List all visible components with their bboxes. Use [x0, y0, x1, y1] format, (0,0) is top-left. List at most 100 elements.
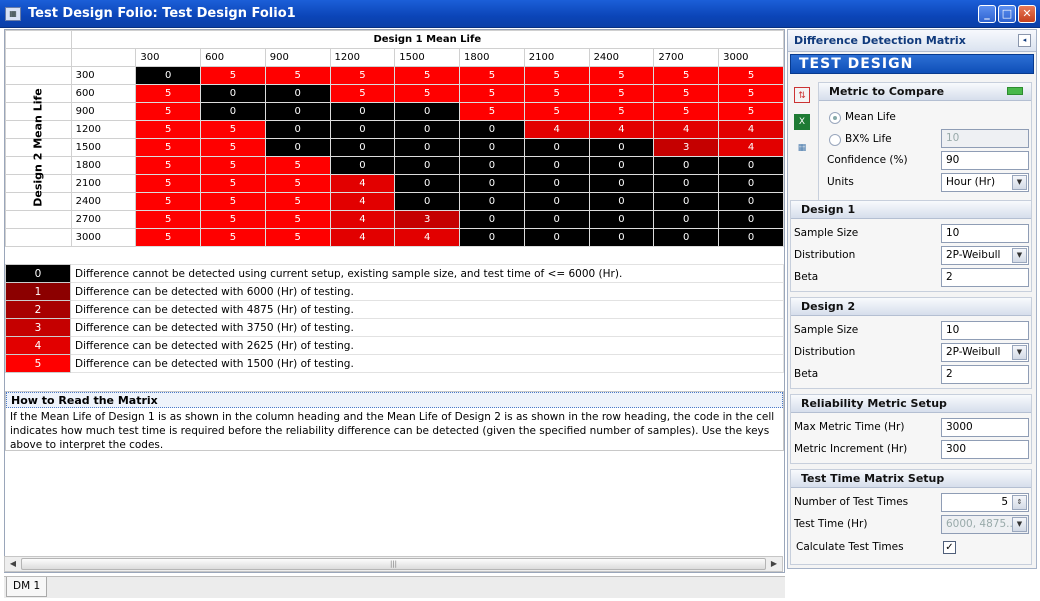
- matrix-cell[interactable]: 0: [523, 192, 590, 211]
- matrix-cell[interactable]: 5: [588, 66, 655, 85]
- column-header[interactable]: 2400: [588, 48, 655, 67]
- matrix-cell[interactable]: 5: [588, 102, 655, 121]
- matrix-cell[interactable]: 5: [200, 192, 266, 211]
- row-header[interactable]: 2700: [70, 210, 137, 229]
- matrix-cell[interactable]: 0: [718, 228, 784, 247]
- matrix-cell[interactable]: 0: [459, 210, 525, 229]
- calculate-test-times-checkbox[interactable]: ✓: [943, 541, 956, 554]
- matrix-cell[interactable]: 0: [718, 156, 784, 175]
- matrix-cell[interactable]: 0: [329, 138, 396, 157]
- close-button[interactable]: ✕: [1018, 5, 1036, 23]
- design-1-distribution-select[interactable]: 2P-Weibull ▼: [941, 246, 1029, 265]
- design-1-beta-input[interactable]: 2: [941, 268, 1029, 287]
- matrix-cell[interactable]: 0: [329, 156, 396, 175]
- matrix-cell[interactable]: 0: [588, 138, 655, 157]
- confidence-input[interactable]: 90: [941, 151, 1029, 170]
- column-header[interactable]: 1200: [329, 48, 396, 67]
- column-header[interactable]: 1800: [459, 48, 525, 67]
- matrix-cell[interactable]: 0: [459, 174, 525, 193]
- matrix-cell[interactable]: 5: [135, 138, 202, 157]
- matrix-cell[interactable]: 5: [459, 66, 525, 85]
- matrix-cell[interactable]: 0: [588, 228, 655, 247]
- matrix-cell[interactable]: 0: [718, 192, 784, 211]
- matrix-cell[interactable]: 4: [588, 120, 655, 139]
- matrix-cell[interactable]: 5: [264, 174, 331, 193]
- column-header[interactable]: 300: [135, 48, 202, 67]
- transfer-icon[interactable]: ⇅: [794, 87, 810, 103]
- matrix-cell[interactable]: 0: [459, 120, 525, 139]
- matrix-cell[interactable]: 4: [329, 192, 396, 211]
- row-header[interactable]: 900: [70, 102, 137, 121]
- chevron-down-icon[interactable]: ▼: [1012, 345, 1027, 360]
- matrix-cell[interactable]: 4: [394, 228, 461, 247]
- row-header[interactable]: 600: [70, 84, 137, 103]
- matrix-cell[interactable]: 0: [718, 174, 784, 193]
- matrix-cell[interactable]: 5: [264, 210, 331, 229]
- row-header[interactable]: 2100: [70, 174, 137, 193]
- design-1-sample-size-input[interactable]: 10: [941, 224, 1029, 243]
- matrix-cell[interactable]: 4: [329, 210, 396, 229]
- matrix-cell[interactable]: 0: [264, 138, 331, 157]
- row-header[interactable]: 300: [70, 66, 137, 85]
- matrix-cell[interactable]: 0: [200, 102, 266, 121]
- minimize-button[interactable]: _: [978, 5, 996, 23]
- matrix-cell[interactable]: 5: [200, 66, 266, 85]
- matrix-cell[interactable]: 5: [264, 66, 331, 85]
- matrix-cell[interactable]: 0: [588, 174, 655, 193]
- column-header[interactable]: 2100: [523, 48, 590, 67]
- matrix-cell[interactable]: 5: [523, 102, 590, 121]
- scroll-right-icon[interactable]: ▶: [767, 558, 781, 570]
- bx-life-input[interactable]: 10: [941, 129, 1029, 148]
- matrix-cell[interactable]: 0: [588, 192, 655, 211]
- column-header[interactable]: 1500: [394, 48, 461, 67]
- row-header[interactable]: 1500: [70, 138, 137, 157]
- matrix-cell[interactable]: 5: [329, 84, 396, 103]
- matrix-cell[interactable]: 5: [135, 192, 202, 211]
- matrix-cell[interactable]: 5: [200, 210, 266, 229]
- column-header[interactable]: 3000: [718, 48, 784, 67]
- matrix-cell[interactable]: 0: [653, 156, 720, 175]
- matrix-cell[interactable]: 5: [718, 84, 784, 103]
- matrix-cell[interactable]: 4: [329, 228, 396, 247]
- design-2-sample-size-input[interactable]: 10: [941, 321, 1029, 340]
- matrix-cell[interactable]: 5: [135, 174, 202, 193]
- matrix-cell[interactable]: 5: [653, 84, 720, 103]
- matrix-cell[interactable]: 0: [135, 66, 202, 85]
- matrix-cell[interactable]: 5: [135, 228, 202, 247]
- grid-icon[interactable]: ▦: [794, 140, 810, 156]
- maximize-button[interactable]: □: [998, 5, 1016, 23]
- matrix-cell[interactable]: 3: [394, 210, 461, 229]
- matrix-cell[interactable]: 5: [459, 102, 525, 121]
- matrix-cell[interactable]: 0: [394, 192, 461, 211]
- spinner-icon[interactable]: ⇕: [1012, 495, 1027, 510]
- matrix-cell[interactable]: 0: [523, 156, 590, 175]
- matrix-cell[interactable]: 4: [329, 174, 396, 193]
- matrix-cell[interactable]: 0: [653, 210, 720, 229]
- column-header[interactable]: 900: [264, 48, 331, 67]
- bx-life-radio[interactable]: [829, 134, 841, 146]
- matrix-cell[interactable]: 0: [329, 120, 396, 139]
- matrix-cell[interactable]: 0: [588, 210, 655, 229]
- row-header[interactable]: 2400: [70, 192, 137, 211]
- matrix-cell[interactable]: 0: [459, 228, 525, 247]
- matrix-cell[interactable]: 3: [653, 138, 720, 157]
- matrix-cell[interactable]: 0: [264, 102, 331, 121]
- matrix-cell[interactable]: 5: [135, 210, 202, 229]
- scroll-thumb[interactable]: |||: [21, 558, 766, 570]
- design-2-distribution-select[interactable]: 2P-Weibull ▼: [941, 343, 1029, 362]
- chevron-down-icon[interactable]: ▼: [1012, 517, 1027, 532]
- matrix-cell[interactable]: 0: [394, 120, 461, 139]
- matrix-cell[interactable]: 0: [523, 138, 590, 157]
- matrix-cell[interactable]: 4: [718, 138, 784, 157]
- matrix-cell[interactable]: 0: [718, 210, 784, 229]
- row-header[interactable]: 1800: [70, 156, 137, 175]
- horizontal-scrollbar[interactable]: ◀ ||| ▶: [4, 556, 783, 572]
- matrix-cell[interactable]: 0: [523, 174, 590, 193]
- test-time-select[interactable]: 6000, 4875... ▼: [941, 515, 1029, 534]
- matrix-cell[interactable]: 5: [523, 84, 590, 103]
- matrix-cell[interactable]: 5: [135, 102, 202, 121]
- matrix-cell[interactable]: 4: [718, 120, 784, 139]
- matrix-cell[interactable]: 4: [523, 120, 590, 139]
- max-metric-time-input[interactable]: 3000: [941, 418, 1029, 437]
- collapse-bar-icon[interactable]: [1007, 87, 1023, 95]
